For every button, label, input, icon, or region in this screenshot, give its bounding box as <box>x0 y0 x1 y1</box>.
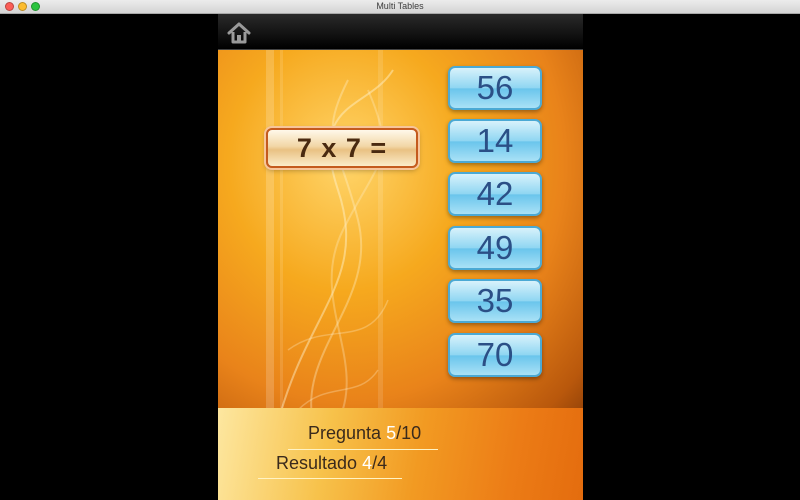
result-progress: Resultado 4/4 <box>276 453 387 474</box>
answer-button-3[interactable]: 42 <box>448 172 542 216</box>
answer-button-4[interactable]: 49 <box>448 226 542 270</box>
answer-button-1[interactable]: 56 <box>448 66 542 110</box>
title-bar: Multi Tables <box>0 0 800 14</box>
answer-label: 42 <box>476 175 514 212</box>
home-icon <box>227 22 251 44</box>
answer-label: 49 <box>476 229 514 266</box>
answer-label: 70 <box>476 336 514 373</box>
score-footer: Pregunta 5/10 Resultado 4/4 <box>218 408 583 500</box>
question-current: 5 <box>386 423 397 443</box>
question-underline <box>288 449 438 450</box>
result-underline <box>258 478 402 479</box>
result-label: Resultado <box>276 453 358 473</box>
question-progress: Pregunta 5/10 <box>308 423 421 444</box>
answer-button-5[interactable]: 35 <box>448 279 542 323</box>
result-total: /4 <box>372 453 388 473</box>
question-box: 7 x 7 = <box>266 128 418 168</box>
app-window: Multi Tables 7 x 7 = 56 14 42 49 35 70 P… <box>0 0 800 500</box>
question-total: /10 <box>396 423 422 443</box>
game-panel: 7 x 7 = 56 14 42 49 35 70 Pregunta 5/10 … <box>218 14 583 500</box>
answer-button-6[interactable]: 70 <box>448 333 542 377</box>
question-label: Pregunta <box>308 423 382 443</box>
answer-label: 56 <box>476 69 514 106</box>
question-area: 7 x 7 = 56 14 42 49 35 70 <box>218 50 583 422</box>
answer-button-2[interactable]: 14 <box>448 119 542 163</box>
window-title: Multi Tables <box>376 1 424 11</box>
top-bar <box>218 14 583 50</box>
question-text: 7 x 7 = <box>296 132 388 163</box>
result-current: 4 <box>362 453 373 473</box>
answer-label: 35 <box>476 282 514 319</box>
answer-label: 14 <box>476 122 514 159</box>
home-button[interactable] <box>226 20 252 46</box>
